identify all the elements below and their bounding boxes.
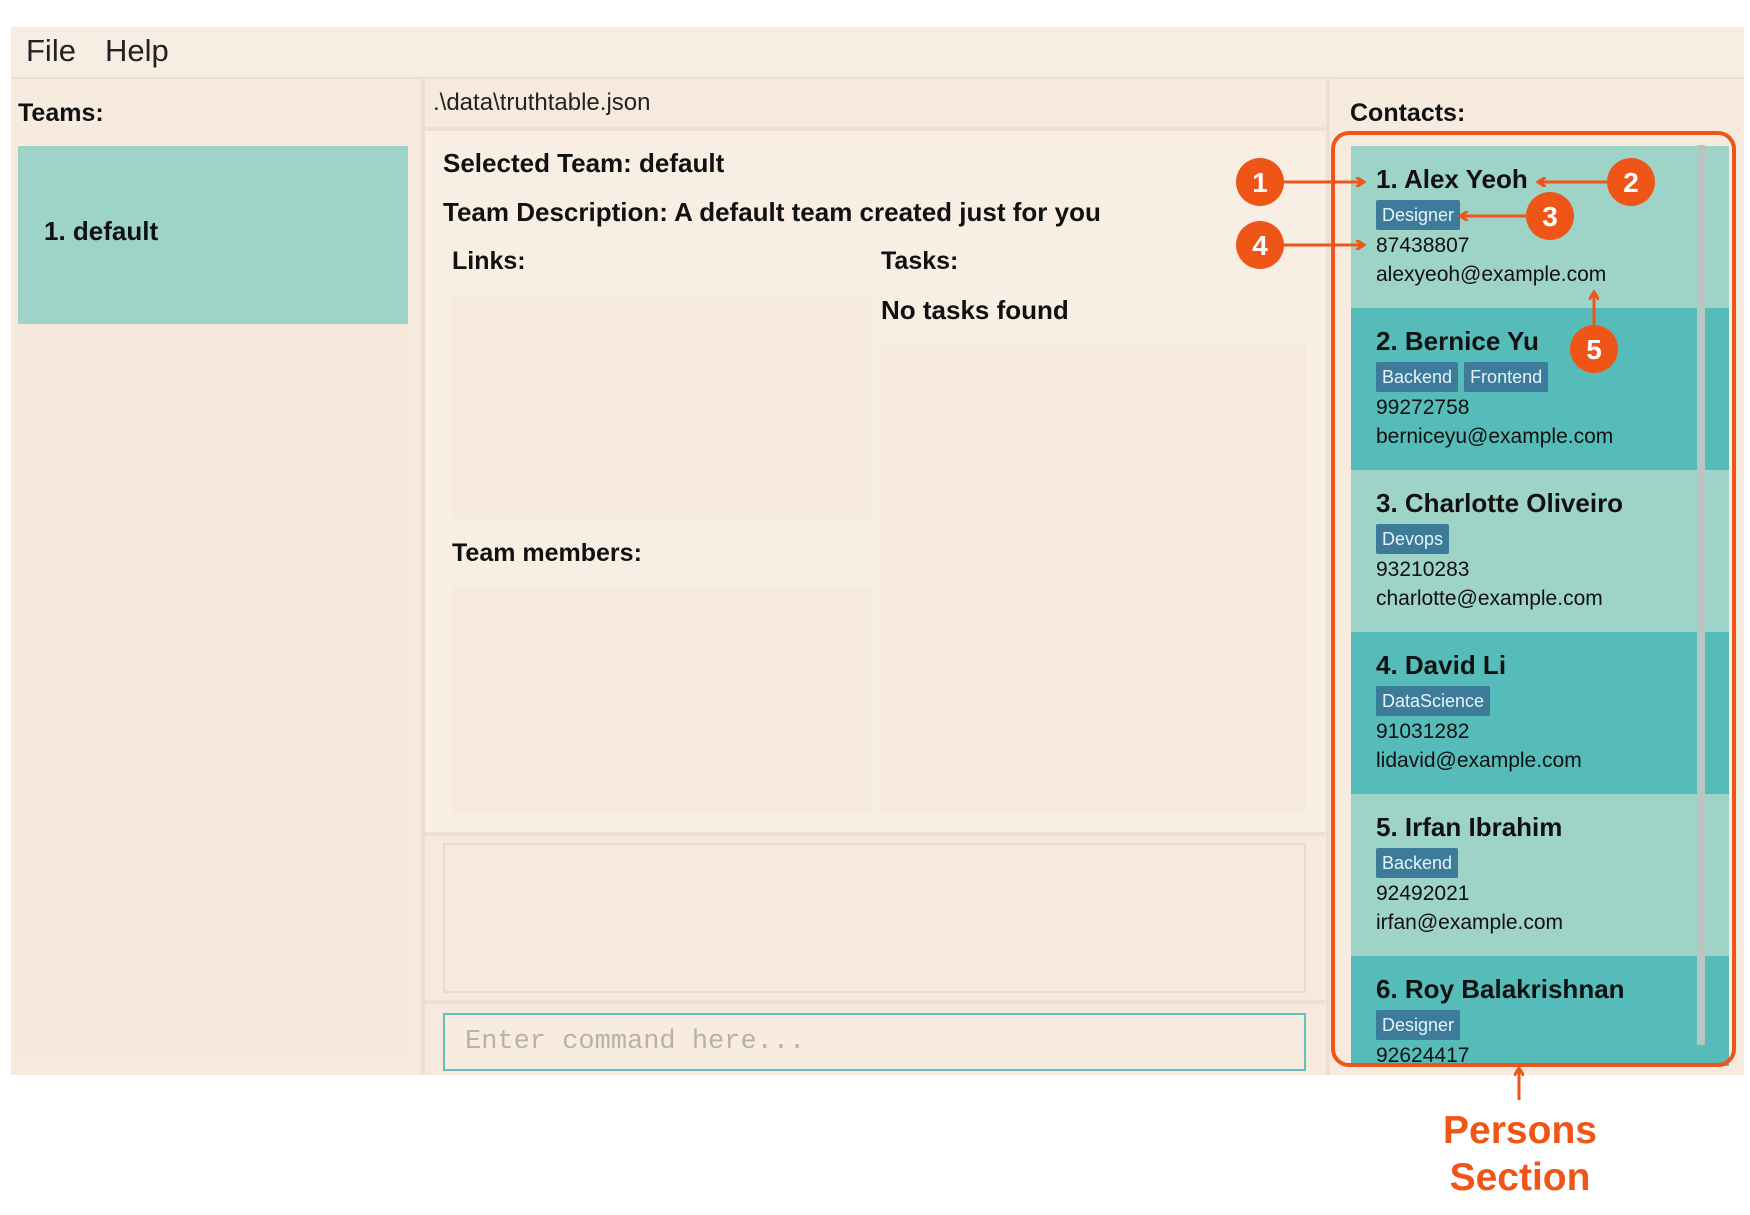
person-name: 6. Roy Balakrishnan bbox=[1376, 974, 1625, 1004]
person-email: berniceyu@example.com bbox=[1376, 425, 1614, 448]
person-tags: DataScience bbox=[1376, 686, 1496, 716]
person-email: charlotte@example.com bbox=[1376, 587, 1603, 610]
tag: Backend bbox=[1376, 848, 1459, 878]
person-tags: Backend Frontend bbox=[1376, 362, 1554, 392]
persons-section-label: Persons Section bbox=[1430, 1107, 1610, 1201]
person-name: 4. David Li bbox=[1376, 650, 1507, 680]
tag: Frontend bbox=[1464, 362, 1549, 392]
person-phone: 91031282 bbox=[1376, 720, 1470, 743]
person-card[interactable]: 2. Bernice Yu Backend Frontend 99272758 b… bbox=[1351, 308, 1729, 470]
contacts-panel: Contacts: 1. Alex Yeoh Designer 87438807… bbox=[1326, 79, 1744, 1075]
person-tags: Devops bbox=[1376, 524, 1455, 554]
app-window: File Help Teams: 1. default .\data\truth… bbox=[11, 27, 1744, 1075]
menu-file[interactable]: File bbox=[26, 33, 76, 69]
menu-bar: File Help bbox=[11, 27, 1744, 79]
tag: DataScience bbox=[1376, 686, 1491, 716]
links-title: Links: bbox=[452, 247, 526, 275]
selected-team-heading: Selected Team: default bbox=[443, 148, 725, 178]
links-list[interactable] bbox=[452, 295, 872, 519]
contacts-title: Contacts: bbox=[1350, 99, 1466, 127]
person-phone: 99272758 bbox=[1376, 396, 1470, 419]
tag: Designer bbox=[1376, 1010, 1461, 1040]
divider bbox=[425, 832, 1325, 836]
team-card-default[interactable]: 1. default bbox=[18, 146, 408, 324]
teams-list[interactable]: 1. default bbox=[18, 146, 408, 1056]
person-phone: 92492021 bbox=[1376, 882, 1470, 905]
person-list[interactable]: 1. Alex Yeoh Designer 87438807 alexyeoh@… bbox=[1351, 146, 1729, 1066]
person-card[interactable]: 1. Alex Yeoh Designer 87438807 alexyeoh@… bbox=[1351, 146, 1729, 308]
tag: Designer bbox=[1376, 200, 1461, 230]
command-input[interactable] bbox=[443, 1013, 1306, 1071]
teams-panel: Teams: 1. default bbox=[11, 79, 425, 1075]
tasks-empty-message: No tasks found bbox=[881, 295, 1069, 325]
person-email: irfan@example.com bbox=[1376, 911, 1564, 934]
contacts-scrollbar[interactable] bbox=[1697, 145, 1705, 1045]
person-phone: 92624417 bbox=[1376, 1044, 1470, 1066]
person-name: 2. Bernice Yu bbox=[1376, 326, 1539, 356]
section-label-line-1: Persons bbox=[1443, 1109, 1597, 1152]
person-tags: Backend bbox=[1376, 848, 1464, 878]
person-card[interactable]: 4. David Li DataScience 91031282 lidavid… bbox=[1351, 632, 1729, 794]
tag: Devops bbox=[1376, 524, 1450, 554]
divider bbox=[425, 1000, 1325, 1004]
person-email: alexyeoh@example.com bbox=[1376, 263, 1607, 286]
person-email: lidavid@example.com bbox=[1376, 749, 1582, 772]
person-card[interactable]: 5. Irfan Ibrahim Backend 92492021 irfan@… bbox=[1351, 794, 1729, 956]
section-label-line-2: Section bbox=[1449, 1156, 1591, 1199]
team-info: Selected Team: default Team Description:… bbox=[425, 131, 1325, 834]
team-description: Team Description: A default team created… bbox=[443, 197, 1101, 227]
tag: Backend bbox=[1376, 362, 1459, 392]
result-display[interactable] bbox=[443, 843, 1306, 993]
team-members-title: Team members: bbox=[452, 539, 642, 567]
person-name: 5. Irfan Ibrahim bbox=[1376, 812, 1563, 842]
file-path: .\data\truthtable.json bbox=[433, 89, 651, 116]
person-tags: Designer bbox=[1376, 200, 1466, 230]
person-card[interactable]: 3. Charlotte Oliveiro Devops 93210283 ch… bbox=[1351, 470, 1729, 632]
person-name: 3. Charlotte Oliveiro bbox=[1376, 488, 1624, 518]
person-tags: Designer bbox=[1376, 1010, 1466, 1040]
teams-title: Teams: bbox=[18, 99, 104, 127]
tasks-list[interactable] bbox=[881, 345, 1306, 813]
person-phone: 93210283 bbox=[1376, 558, 1470, 581]
team-members-list[interactable] bbox=[452, 587, 872, 813]
person-name: 1. Alex Yeoh bbox=[1376, 164, 1528, 194]
menu-help[interactable]: Help bbox=[105, 33, 169, 69]
team-label: 1. default bbox=[44, 216, 159, 246]
team-detail-panel: .\data\truthtable.json Selected Team: de… bbox=[425, 79, 1326, 1075]
tasks-title: Tasks: bbox=[881, 247, 959, 275]
person-phone: 87438807 bbox=[1376, 234, 1470, 257]
person-card[interactable]: 6. Roy Balakrishnan Designer 92624417 bbox=[1351, 956, 1729, 1066]
